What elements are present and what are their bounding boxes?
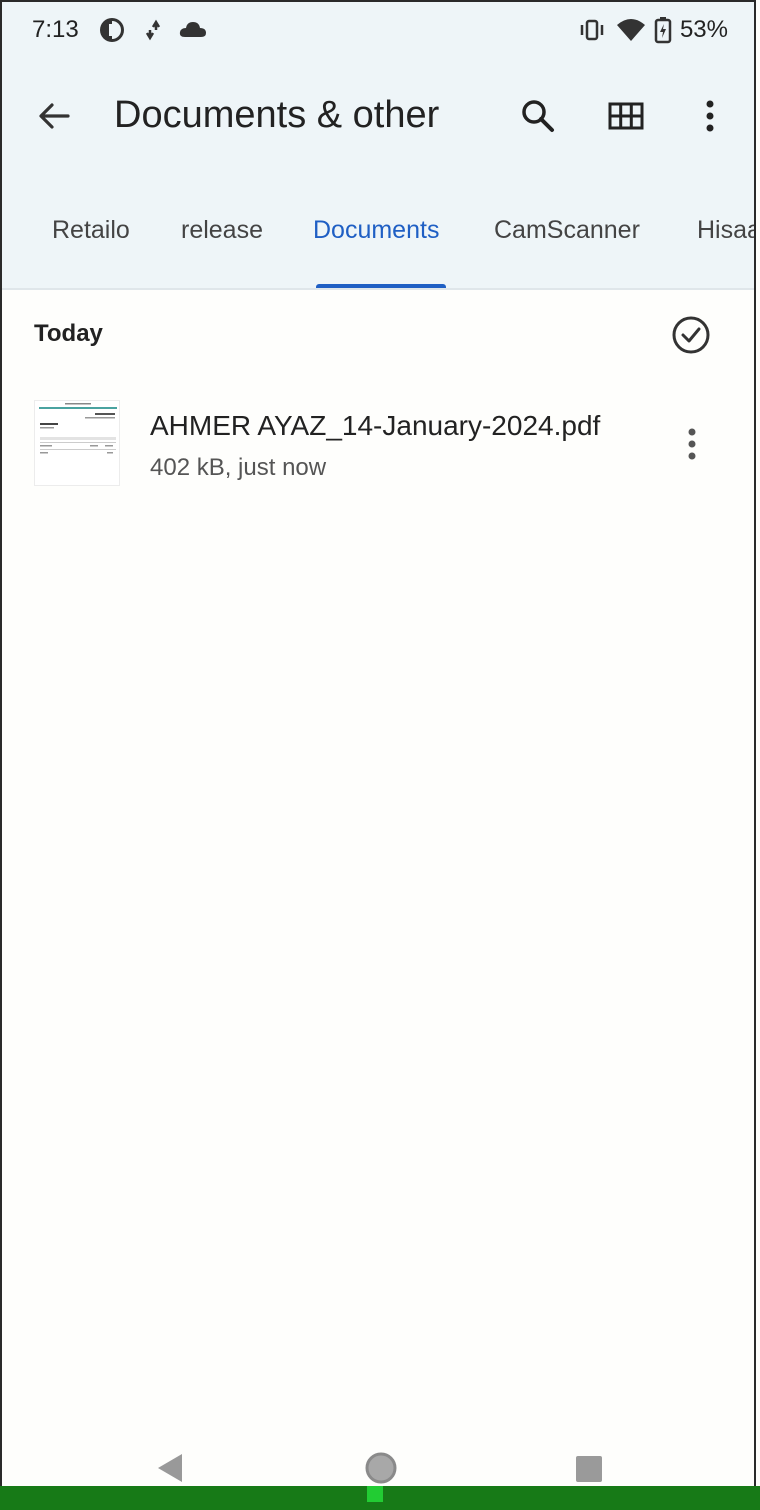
app-bar: Documents & other <box>2 78 754 154</box>
header: 7:13 53% Documents & other Retailo relea… <box>2 2 754 289</box>
tab-release[interactable]: release <box>181 216 263 245</box>
file-list-item[interactable]: AHMER AYAZ_14-January-2024.pdf 402 kB, j… <box>2 386 754 498</box>
check-circle-icon <box>672 316 710 354</box>
back-triangle-icon <box>158 1454 182 1482</box>
wifi-icon <box>616 16 646 49</box>
arrow-back-icon <box>39 103 70 129</box>
section-title: Today <box>34 320 103 347</box>
cloud-icon <box>178 16 208 49</box>
more-vert-icon <box>688 428 696 460</box>
status-time: 7:13 <box>32 16 79 43</box>
vibrate-icon <box>578 16 606 49</box>
grid-view-button[interactable] <box>604 94 648 138</box>
screen: 7:13 53% Documents & other Retailo relea… <box>0 0 756 1486</box>
pdf-thumbnail <box>34 400 120 486</box>
header-divider <box>2 288 754 290</box>
nav-recents-button[interactable] <box>574 1454 604 1486</box>
grid-view-icon <box>608 102 644 130</box>
navigation-bar <box>2 1442 754 1486</box>
tab-retailo[interactable]: Retailo <box>52 216 130 245</box>
nav-home-button[interactable] <box>363 1450 399 1486</box>
file-meta: 402 kB, just now <box>150 454 327 481</box>
folder-tabs: Retailo release Documents CamScanner His… <box>2 202 754 289</box>
file-name: AHMER AYAZ_14-January-2024.pdf <box>150 410 601 441</box>
select-all-button[interactable] <box>670 314 712 356</box>
search-icon <box>522 100 554 132</box>
data-saver-icon <box>98 16 126 49</box>
more-vert-icon <box>706 100 714 132</box>
file-more-button[interactable] <box>670 422 714 466</box>
tab-camscanner[interactable]: CamScanner <box>494 216 640 245</box>
back-button[interactable] <box>32 94 76 138</box>
bottom-marker <box>367 1486 383 1502</box>
battery-percent: 53% <box>679 16 728 43</box>
nav-back-button[interactable] <box>154 1452 186 1486</box>
search-button[interactable] <box>516 94 560 138</box>
tab-documents[interactable]: Documents <box>313 216 439 245</box>
page-title: Documents & other <box>114 94 440 136</box>
tab-hisaab[interactable]: Hisaab <box>697 216 754 245</box>
sync-arrows-icon <box>142 16 164 49</box>
status-bar: 7:13 53% <box>2 2 754 60</box>
more-options-button[interactable] <box>688 94 732 138</box>
recents-square-icon <box>576 1456 602 1482</box>
home-circle-icon <box>365 1452 397 1484</box>
battery-charging-icon <box>654 16 672 49</box>
